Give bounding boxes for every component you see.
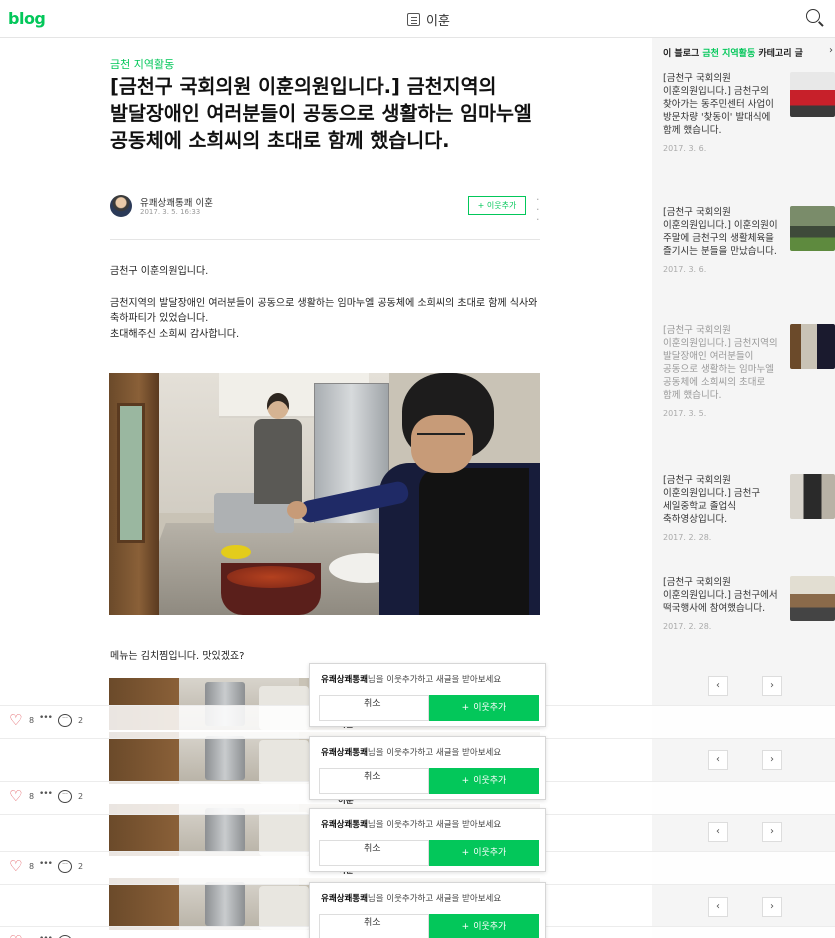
popup-nickname: 유쾌상쾌통쾌: [321, 820, 368, 830]
like-count: 8: [29, 862, 35, 871]
popup-message: 님을 이웃추가하고 새글을 받아보세요: [367, 675, 502, 685]
chevron-right-icon[interactable]: ›: [829, 45, 833, 56]
search-icon[interactable]: [806, 9, 820, 23]
photo-caption: 메뉴는 김치찜입니다. 맛있겠죠?: [110, 651, 245, 662]
prev-page-button[interactable]: ‹: [708, 676, 728, 696]
post-photo[interactable]: [109, 373, 540, 615]
post-thumbnail: [790, 206, 835, 251]
sidebar-post-item[interactable]: [금천구 국회의원 이훈의원입니다.] 금천지역의 발달장애인 여러분들이 공동…: [663, 324, 835, 418]
more-icon[interactable]: •••: [39, 934, 53, 938]
top-bar: blog 이훈: [0, 0, 835, 38]
post-title: [금천구 국회의원 이훈의원입니다.] 금천지역의 발달장애인 여러분들이 공동…: [110, 75, 532, 152]
comment-count: 2: [78, 862, 84, 871]
blog-title-text: 이훈: [426, 14, 450, 29]
comment-icon[interactable]: ···: [58, 790, 72, 803]
author-name[interactable]: 유쾌상쾌통쾌 이훈: [140, 195, 213, 209]
add-neighbor-confirm-button[interactable]: + 이웃추가: [429, 914, 539, 938]
sidebar-post-item[interactable]: [금천구 국회의원 이훈의원입니다.] 금천구 세일중학교 졸업식 축하영상입니…: [663, 474, 835, 542]
sidebar-pager: ‹ ›: [708, 750, 783, 770]
next-page-button[interactable]: ›: [762, 897, 782, 917]
post-thumbnail: [790, 576, 835, 621]
add-neighbor-button[interactable]: + 이웃추가: [468, 196, 526, 215]
heart-icon[interactable]: ♡: [9, 789, 22, 804]
sidebar-pager: ‹ ›: [708, 676, 783, 696]
popup-nickname: 유쾌상쾌통쾌: [321, 748, 368, 758]
add-neighbor-confirm-button[interactable]: + 이웃추가: [429, 695, 539, 721]
sidebar-heading: 이 블로그 금천 지역활동 카테고리 글: [663, 49, 803, 59]
post-date: 2017. 3. 5. 16:33: [140, 208, 201, 216]
popup-message: 님을 이웃추가하고 새글을 받아보세요: [367, 748, 502, 758]
heart-icon[interactable]: ♡: [9, 713, 22, 728]
sidebar-pager: ‹ ›: [708, 822, 783, 842]
cancel-button[interactable]: 취소: [319, 695, 429, 721]
cancel-button[interactable]: 취소: [319, 840, 429, 866]
comment-icon[interactable]: ···: [58, 714, 72, 727]
popup-message: 님을 이웃추가하고 새글을 받아보세요: [367, 894, 502, 904]
sidebar-post-item[interactable]: [금천구 국회의원 이훈의원입니다.] 금천구의 찾아가는 동주민센터 사업이 …: [663, 72, 835, 153]
cancel-button[interactable]: 취소: [319, 768, 429, 794]
blog-title-link[interactable]: 이훈: [407, 10, 450, 29]
comment-count: 2: [78, 716, 84, 725]
sidebar-post-item[interactable]: [금천구 국회의원 이훈의원입니다.] 이훈의원이 주말에 금천구의 생활체육을…: [663, 206, 835, 274]
like-count: 8: [29, 792, 35, 801]
heart-icon[interactable]: ♡: [9, 859, 22, 874]
next-page-button[interactable]: ›: [762, 750, 782, 770]
more-icon[interactable]: •••: [39, 859, 53, 869]
add-neighbor-confirm-button[interactable]: + 이웃추가: [429, 768, 539, 794]
next-page-button[interactable]: ›: [762, 822, 782, 842]
popup-nickname: 유쾌상쾌통쾌: [321, 675, 368, 685]
like-count: 8: [29, 716, 35, 725]
next-page-button[interactable]: ›: [762, 676, 782, 696]
post-thumbnail: [790, 324, 835, 369]
post-thumbnail: [790, 72, 835, 117]
sidebar-pager: ‹ ›: [708, 897, 783, 917]
blog-logo[interactable]: blog: [8, 9, 46, 28]
follow-popup: 유쾌상쾌통쾌님을 이웃추가하고 새글을 받아보세요 취소 + 이웃추가: [309, 882, 546, 938]
prev-page-button[interactable]: ‹: [708, 822, 728, 842]
sidebar-post-item[interactable]: [금천구 국회의원 이훈의원입니다.] 금천구에서 떡국행사에 참여했습니다. …: [663, 576, 835, 631]
cancel-button[interactable]: 취소: [319, 914, 429, 938]
post-paragraph: 초대해주신 소희씨 감사합니다.: [110, 329, 240, 340]
popup-nickname: 유쾌상쾌통쾌: [321, 894, 368, 904]
more-icon[interactable]: •••: [39, 713, 53, 723]
heart-icon[interactable]: ♡: [9, 934, 22, 938]
post-category[interactable]: 금천 지역활동: [110, 56, 174, 72]
follow-popup: 유쾌상쾌통쾌님을 이웃추가하고 새글을 받아보세요 취소 + 이웃추가: [309, 736, 546, 800]
avatar[interactable]: [110, 195, 132, 217]
post-thumbnail: [790, 474, 835, 519]
post-paragraph: 금천구 이훈의원입니다.: [110, 266, 209, 277]
list-icon: [407, 13, 420, 26]
prev-page-button[interactable]: ‹: [708, 750, 728, 770]
follow-popup: 유쾌상쾌통쾌님을 이웃추가하고 새글을 받아보세요 취소 + 이웃추가: [309, 663, 546, 727]
add-neighbor-confirm-button[interactable]: + 이웃추가: [429, 840, 539, 866]
more-icon[interactable]: •••: [39, 789, 53, 799]
prev-page-button[interactable]: ‹: [708, 897, 728, 917]
divider: [110, 239, 540, 240]
follow-popup: 유쾌상쾌통쾌님을 이웃추가하고 새글을 받아보세요 취소 + 이웃추가: [309, 808, 546, 872]
comment-icon[interactable]: ···: [58, 860, 72, 873]
more-options-icon[interactable]: · · ·: [536, 194, 542, 225]
post-paragraph: 금천지역의 발달장애인 여러분들이 공동으로 생활하는 임마누엘 공동체에 소희…: [110, 298, 538, 324]
comment-count: 2: [78, 792, 84, 801]
popup-message: 님을 이웃추가하고 새글을 받아보세요: [367, 820, 502, 830]
